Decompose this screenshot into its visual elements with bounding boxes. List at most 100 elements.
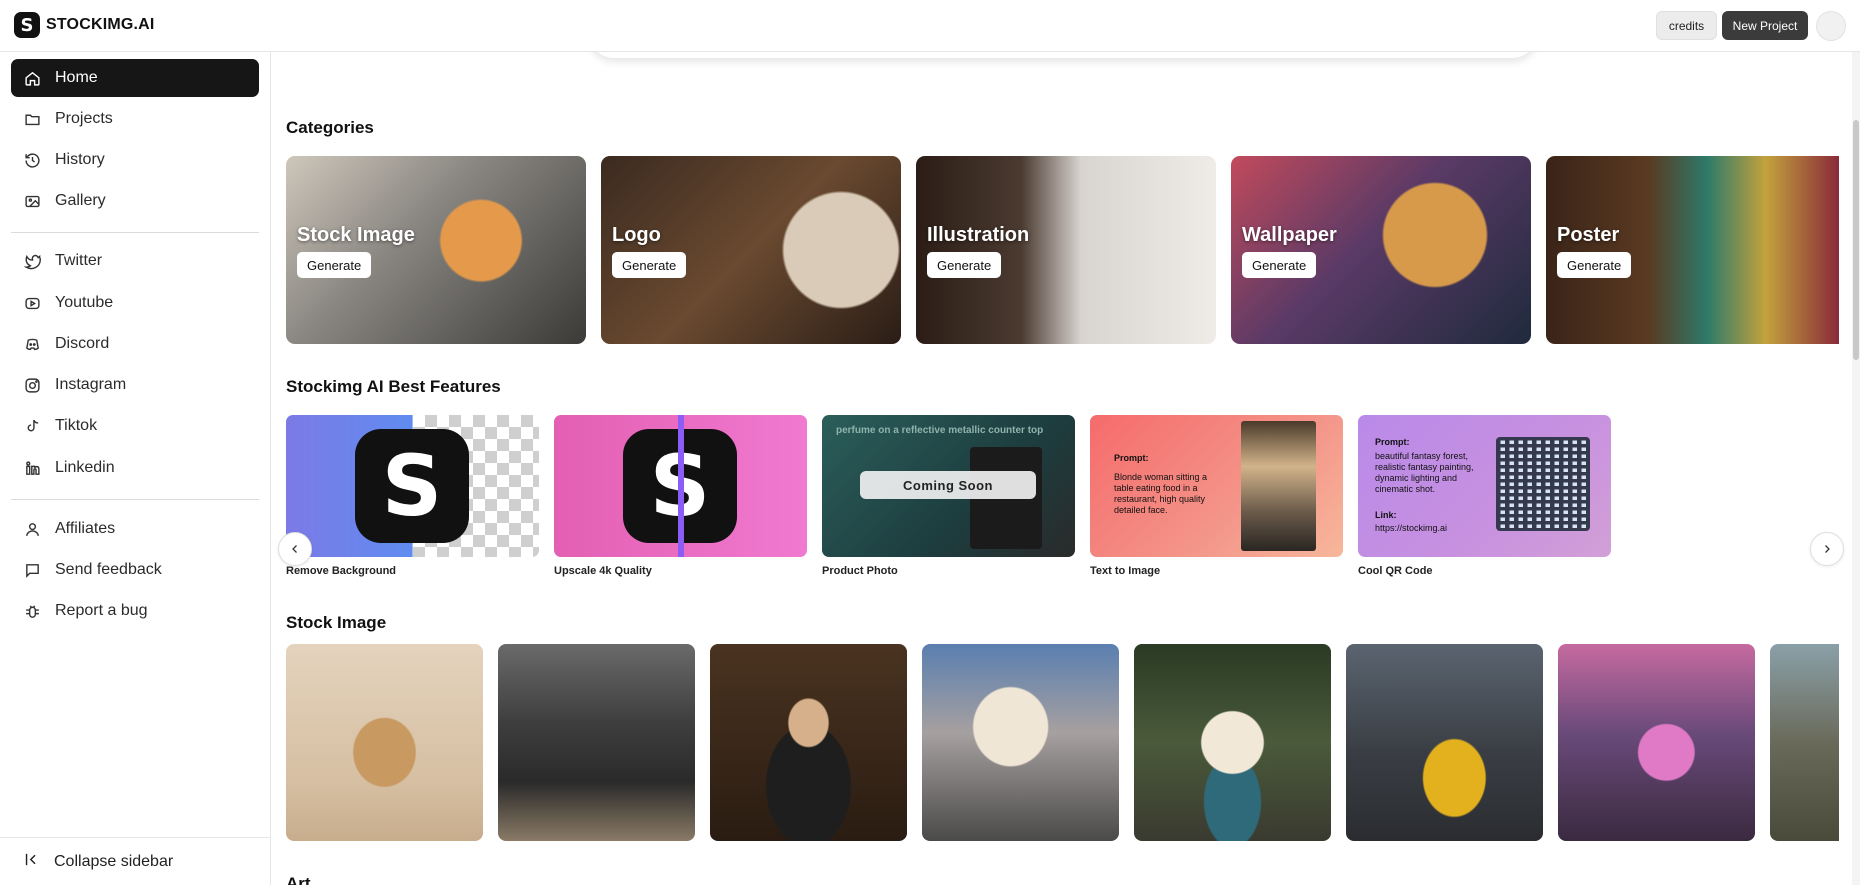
- message-icon: [23, 561, 41, 579]
- link-label: Link:: [1375, 510, 1397, 520]
- youtube-icon: [23, 294, 41, 312]
- prompt-text: beautiful fantasy forest, realistic fant…: [1375, 451, 1474, 494]
- collapse-sidebar-button[interactable]: Collapse sidebar: [0, 837, 271, 885]
- main-content: Categories Stock Image Generate Logo Gen…: [272, 52, 1860, 885]
- prompt-label: Prompt:: [1375, 437, 1410, 447]
- tiktok-icon: [23, 417, 41, 435]
- generate-button[interactable]: Generate: [297, 252, 372, 278]
- feature-caption: Cool QR Code: [1358, 565, 1433, 577]
- sidebar-item-label: Home: [55, 69, 98, 86]
- top-bar: S STOCKIMG.AI credits New Project: [0, 0, 1860, 52]
- art-title: Art: [286, 874, 311, 885]
- stock-image-card[interactable]: [922, 644, 1119, 841]
- category-card-poster[interactable]: Poster Generate: [1546, 156, 1839, 344]
- feature-card-remove-background[interactable]: S: [286, 415, 539, 557]
- generate-button[interactable]: Generate: [1242, 252, 1317, 278]
- generated-woman-image: [1241, 421, 1316, 551]
- sidebar-item-label: Instagram: [55, 376, 127, 393]
- categories-title: Categories: [286, 118, 374, 137]
- generate-button[interactable]: Generate: [612, 252, 687, 278]
- chevron-right-icon: [1825, 545, 1830, 553]
- feature-card-product-photo[interactable]: perfume on a reflective metallic counter…: [822, 415, 1075, 557]
- sidebar-divider: [11, 499, 259, 500]
- sidebar-item-label: Gallery: [55, 192, 106, 209]
- stock-image-title: Stock Image: [286, 613, 387, 632]
- stock-image-card[interactable]: [710, 644, 907, 841]
- sidebar-item-label: Twitter: [55, 252, 103, 269]
- sidebar-item-linkedin[interactable]: Linkedin: [11, 449, 259, 487]
- category-label: Poster: [1557, 224, 1620, 246]
- credits-button[interactable]: credits: [1656, 11, 1717, 40]
- generate-button[interactable]: Generate: [1557, 252, 1632, 278]
- sidebar-item-tiktok[interactable]: Tiktok: [11, 407, 259, 445]
- feature-card-text-to-image[interactable]: Prompt: Blonde woman sitting a table eat…: [1090, 415, 1343, 557]
- sidebar-item-home[interactable]: Home: [11, 59, 259, 97]
- category-card-wallpaper[interactable]: Wallpaper Generate: [1231, 156, 1531, 344]
- link-text: https://stockimg.ai: [1375, 523, 1448, 533]
- sidebar-item-label: Report a bug: [55, 602, 148, 619]
- stock-image-card[interactable]: [1134, 644, 1331, 841]
- user-icon: [23, 520, 41, 538]
- new-project-button[interactable]: New Project: [1722, 11, 1808, 40]
- carousel-prev-button[interactable]: [278, 532, 312, 566]
- feature-caption: Remove Background: [286, 565, 397, 577]
- page-scrollbar-thumb[interactable]: [1853, 120, 1859, 360]
- category-card-illustration[interactable]: Illustration Generate: [916, 156, 1216, 344]
- stock-image-card[interactable]: [1346, 644, 1543, 841]
- category-card-logo[interactable]: Logo Generate: [601, 156, 901, 344]
- sidebar-item-projects[interactable]: Projects: [11, 100, 259, 138]
- search-panel: [588, 52, 1538, 58]
- product-prompt-text: perfume on a reflective metallic counter…: [836, 425, 1044, 436]
- feature-card-upscale[interactable]: S: [554, 415, 807, 557]
- logo-s-icon: S: [355, 429, 469, 543]
- coming-soon-badge: Coming Soon: [860, 471, 1036, 499]
- stock-image-card[interactable]: [1558, 644, 1755, 841]
- sidebar-item-label: Send feedback: [55, 561, 162, 578]
- sidebar-item-label: Linkedin: [55, 459, 115, 476]
- generate-button[interactable]: Generate: [927, 252, 1002, 278]
- sidebar-item-history[interactable]: History: [11, 141, 259, 179]
- category-label: Wallpaper: [1242, 224, 1337, 246]
- sidebar-item-affiliates[interactable]: Affiliates: [11, 510, 259, 548]
- category-label: Logo: [612, 224, 661, 246]
- sidebar-item-gallery[interactable]: Gallery: [11, 182, 259, 220]
- feature-caption: Text to Image: [1090, 565, 1161, 577]
- sidebar-item-label: Youtube: [55, 294, 114, 311]
- sidebar-item-send-feedback[interactable]: Send feedback: [11, 551, 259, 589]
- twitter-icon: [23, 252, 41, 270]
- sidebar-item-twitter[interactable]: Twitter: [11, 242, 259, 280]
- sidebar-divider: [11, 232, 259, 233]
- compare-divider: [678, 415, 684, 557]
- chevron-left-icon: [292, 545, 297, 553]
- instagram-icon: [23, 376, 41, 394]
- category-label: Illustration: [927, 224, 1030, 246]
- category-card-stock-image[interactable]: Stock Image Generate: [286, 156, 586, 344]
- stock-image-card[interactable]: [1770, 644, 1839, 841]
- sidebar-item-instagram[interactable]: Instagram: [11, 366, 259, 404]
- carousel-next-button[interactable]: [1810, 532, 1844, 566]
- sidebar: Home Projects History Gallery Twitter Yo…: [0, 52, 271, 885]
- feature-caption: Product Photo: [822, 565, 898, 577]
- prompt-text: Blonde woman sitting a table eating food…: [1114, 472, 1208, 515]
- logo-mark: S: [14, 12, 40, 38]
- app-logo[interactable]: S STOCKIMG.AI: [14, 12, 155, 38]
- sidebar-item-label: Affiliates: [55, 520, 116, 537]
- collapse-icon: [23, 851, 40, 873]
- bug-icon: [23, 602, 41, 620]
- gallery-icon: [23, 192, 41, 210]
- sidebar-item-report-bug[interactable]: Report a bug: [11, 592, 259, 630]
- sidebar-item-label: Tiktok: [55, 417, 98, 434]
- stock-image-card[interactable]: [498, 644, 695, 841]
- category-label: Stock Image: [297, 224, 415, 246]
- prompt-label: Prompt:: [1114, 453, 1149, 463]
- features-title: Stockimg AI Best Features: [286, 377, 501, 396]
- sidebar-item-discord[interactable]: Discord: [11, 325, 259, 363]
- history-icon: [23, 151, 41, 169]
- avatar[interactable]: [1816, 11, 1846, 41]
- sidebar-item-youtube[interactable]: Youtube: [11, 284, 259, 322]
- feature-card-qr-code[interactable]: Prompt: beautiful fantasy forest, realis…: [1358, 415, 1611, 557]
- folder-icon: [23, 110, 41, 128]
- stock-image-card[interactable]: [286, 644, 483, 841]
- discord-icon: [23, 335, 41, 353]
- feature-caption: Upscale 4k Quality: [554, 565, 652, 577]
